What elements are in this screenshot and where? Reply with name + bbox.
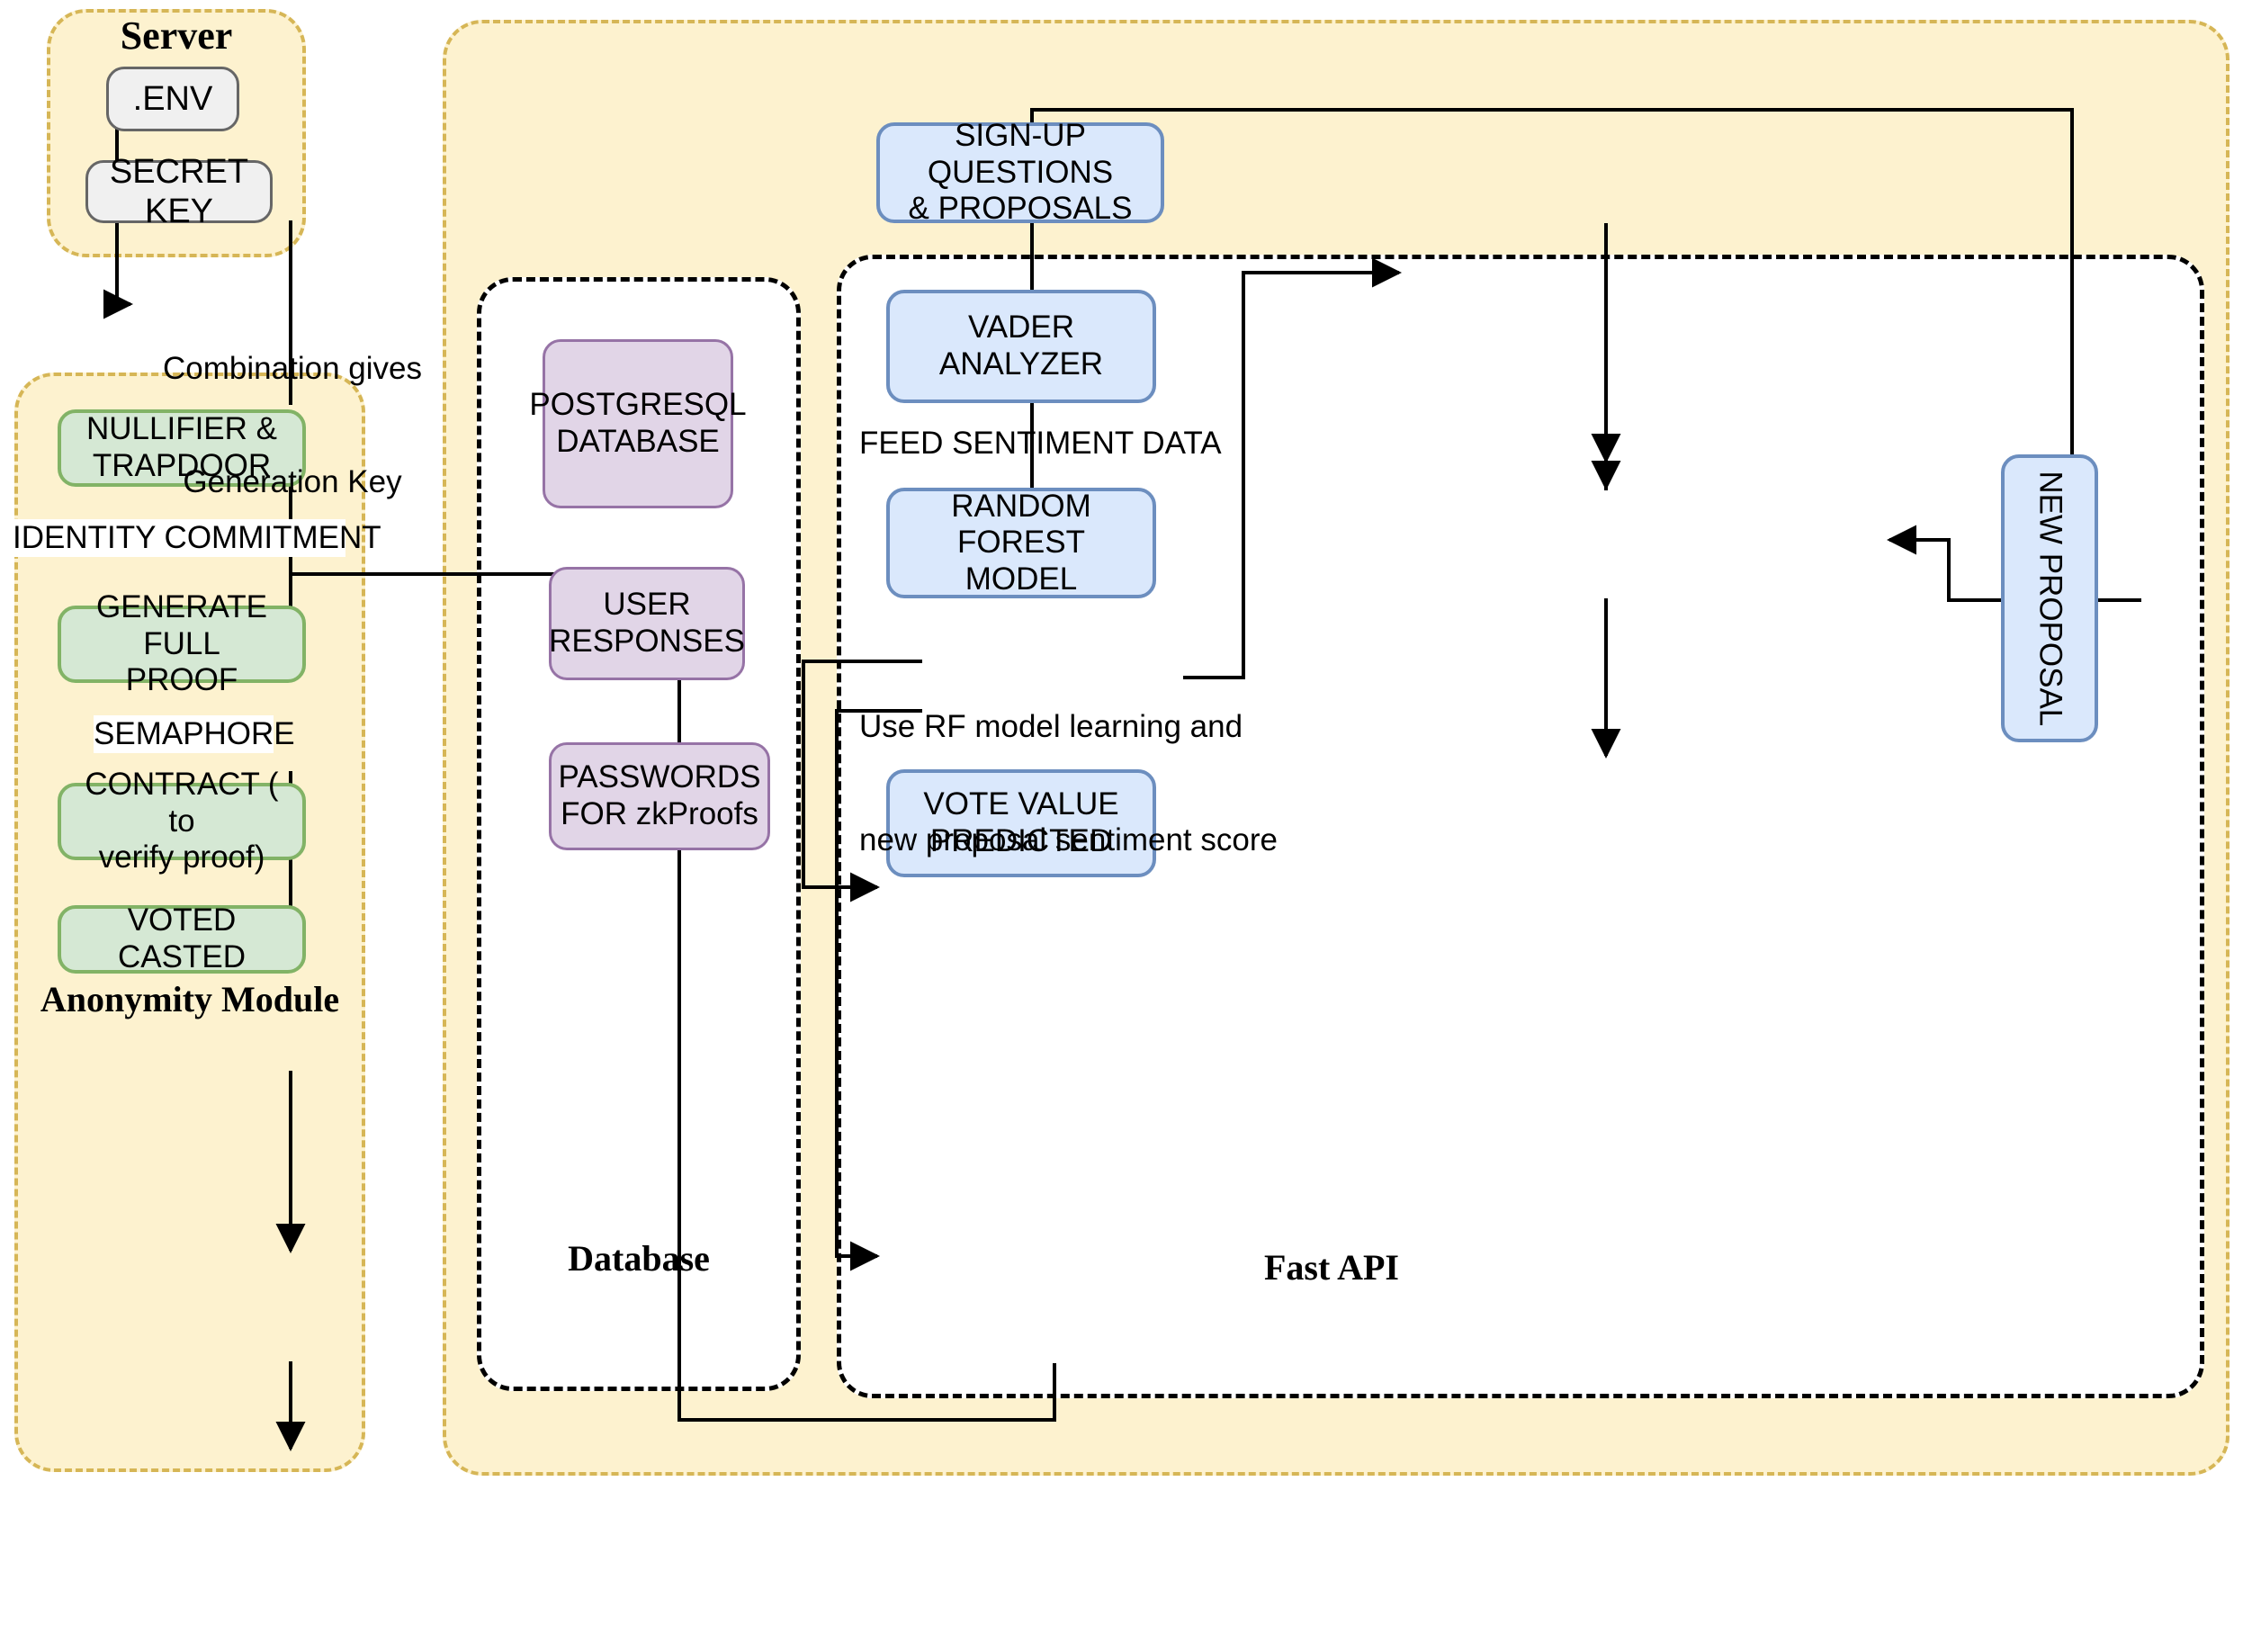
node-vader-analyzer[interactable]: VADER ANALYZER xyxy=(886,290,1156,403)
node-postgresql[interactable]: POSTGRESQL DATABASE xyxy=(529,339,747,508)
edge-label-identity-commitment: IDENTITY COMMITMENT xyxy=(13,519,381,557)
edge-label-rf-usage-line2: new proposal sentiment score xyxy=(859,822,1278,857)
node-voted-casted-label: VOTED CASTED xyxy=(118,902,246,974)
node-random-forest-line1: RANDOM FOREST xyxy=(951,488,1091,561)
node-random-forest[interactable]: RANDOM FOREST MODEL xyxy=(886,488,1156,598)
edge-label-combination-line1: Combination gives xyxy=(163,351,422,386)
node-generate-full-proof-line1: GENERATE FULL xyxy=(96,589,267,661)
edge-postgres-to-signup xyxy=(1183,257,1402,679)
node-secret-key[interactable]: SECRET KEY xyxy=(85,153,273,230)
node-passwords[interactable]: PASSWORDS FOR zkProofs xyxy=(549,742,770,850)
node-passwords-line1: PASSWORDS xyxy=(558,759,761,795)
node-user-responses[interactable]: USER RESPONSES xyxy=(549,567,745,680)
node-new-proposal[interactable]: NEW PROPOSAL xyxy=(2001,454,2098,742)
node-user-responses-line1: USER xyxy=(603,587,691,623)
node-signup-questions-line2: & PROPOSALS xyxy=(908,191,1133,227)
edge-label-feed-sentiment: FEED SENTIMENT DATA xyxy=(859,426,1222,461)
diagram-canvas: Server Anonymity Module AI Module Databa… xyxy=(0,0,2243,1652)
node-signup-questions[interactable]: SIGN-UP QUESTIONS & PROPOSALS xyxy=(876,118,1164,226)
edge-label-combination-line2: Generation Key xyxy=(183,464,402,499)
node-random-forest-line2: MODEL xyxy=(964,561,1078,597)
edge-label-semaphore: SEMAPHORE xyxy=(94,715,295,753)
node-env-label: .ENV xyxy=(132,79,213,118)
node-vader-analyzer-label: VADER ANALYZER xyxy=(938,310,1104,382)
node-contract[interactable]: CONTRACT ( to verify proof) xyxy=(58,767,306,875)
node-generate-full-proof[interactable]: GENERATE FULL PROOF xyxy=(58,589,306,697)
node-signup-questions-line1: SIGN-UP QUESTIONS xyxy=(927,118,1114,190)
node-new-proposal-label: NEW PROPOSAL xyxy=(2032,471,2068,726)
edge-label-rf-usage: Use RF model learning and new proposal s… xyxy=(859,633,1278,935)
node-postgresql-line1: POSTGRESQL xyxy=(529,387,747,423)
node-passwords-line2: FOR zkProofs xyxy=(561,796,758,831)
edge-label-rf-usage-line1: Use RF model learning and xyxy=(859,709,1243,744)
node-postgresql-line2: DATABASE xyxy=(556,424,720,459)
node-contract-line1: CONTRACT ( to xyxy=(85,767,279,839)
node-generate-full-proof-line2: PROOF xyxy=(125,662,238,698)
node-env[interactable]: .ENV xyxy=(106,67,239,131)
node-contract-line2: verify proof) xyxy=(98,839,265,875)
node-user-responses-line2: RESPONSES xyxy=(549,624,745,659)
node-secret-key-label: SECRET KEY xyxy=(109,152,249,230)
node-voted-casted[interactable]: VOTED CASTED xyxy=(58,902,306,974)
